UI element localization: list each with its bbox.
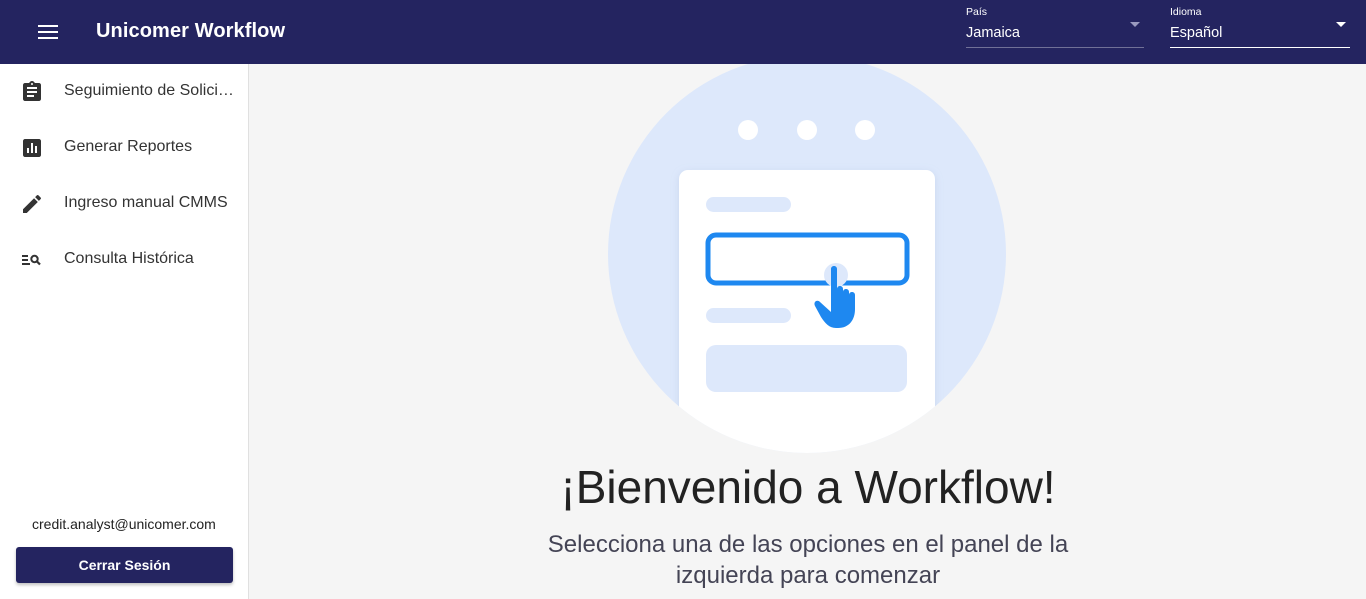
sidebar-item-consulta-historica[interactable]: Consulta Histórica: [0, 232, 249, 288]
sidebar-item-reportes[interactable]: Generar Reportes: [0, 120, 249, 176]
menu-button[interactable]: [28, 12, 68, 52]
app-title: Unicomer Workflow: [96, 20, 286, 42]
pencil-icon: [23, 194, 42, 213]
dot-icon: [797, 120, 817, 140]
hamburger-menu-icon: [38, 25, 58, 39]
main-content: ¡Bienvenido a Workflow! Selecciona una d…: [250, 64, 1366, 599]
top-app-bar: Unicomer Workflow País Jamaica Idioma Es…: [0, 0, 1366, 64]
sidebar-item-label: Generar Reportes: [64, 138, 193, 155]
dropdown-arrow-icon: [1336, 22, 1346, 27]
bar-chart-icon: [23, 139, 41, 157]
sidebar-item-ingreso-manual[interactable]: Ingreso manual CMMS: [0, 176, 249, 232]
user-email: credit.analyst@unicomer.com: [32, 516, 216, 532]
list-search-icon: [22, 254, 41, 266]
dropdown-arrow-icon: [1130, 22, 1140, 27]
clipboard-icon: [23, 81, 41, 101]
country-select-label: País: [966, 6, 988, 18]
input-box-icon: [705, 232, 910, 286]
dot-icon: [855, 120, 875, 140]
country-select-underline: [966, 47, 1144, 48]
sidebar-item-label: Consulta Histórica: [64, 250, 194, 267]
sidebar-item-label: Seguimiento de Solicitudes: [64, 82, 234, 99]
welcome-title: ¡Bienvenido a Workflow!: [560, 461, 1056, 513]
welcome-subtitle: Selecciona una de las opciones en el pan…: [547, 531, 1069, 589]
dot-icon: [738, 120, 758, 140]
sidebar-item-seguimiento[interactable]: Seguimiento de Solicitudes: [0, 64, 249, 120]
country-select-value: Jamaica: [966, 25, 1020, 41]
language-select-value: Español: [1170, 25, 1223, 41]
country-select[interactable]: País Jamaica: [966, 4, 1144, 48]
sidebar: Seguimiento de Solicitudes Generar Repor…: [0, 64, 249, 599]
language-select-underline: [1170, 47, 1350, 48]
logout-button[interactable]: Cerrar Sesión: [16, 547, 233, 583]
sidebar-item-label: Ingreso manual CMMS: [64, 194, 228, 211]
language-select[interactable]: Idioma Español: [1170, 4, 1350, 48]
welcome-illustration: [608, 64, 1006, 453]
language-select-label: Idioma: [1170, 6, 1202, 18]
